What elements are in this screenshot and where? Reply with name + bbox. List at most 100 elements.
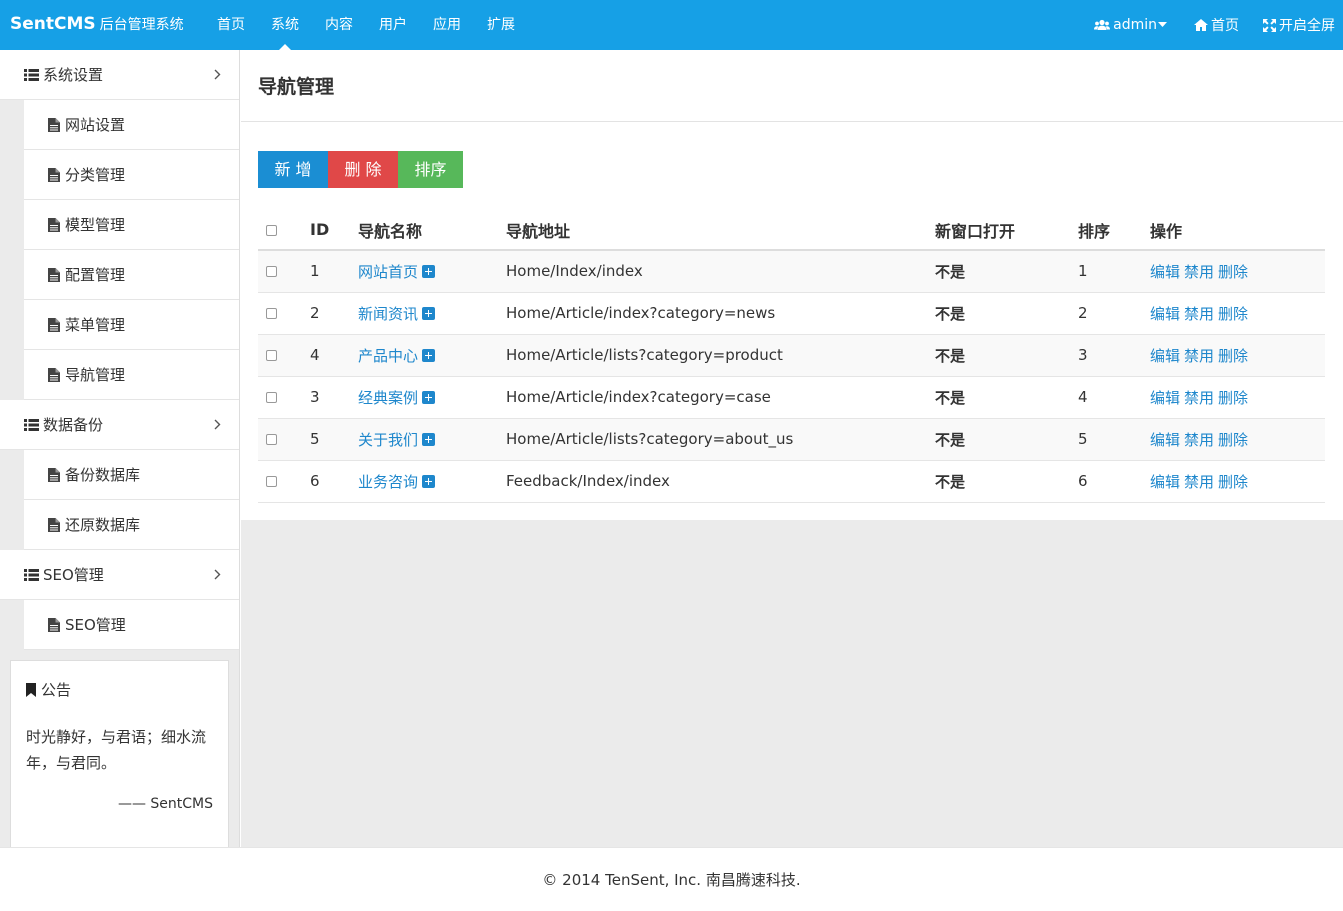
top-nav-user[interactable]: 用户	[366, 0, 420, 50]
plus-square-icon[interactable]	[422, 474, 436, 488]
edit-link[interactable]: 编辑	[1150, 305, 1180, 323]
file-icon	[48, 217, 60, 232]
delete-link[interactable]: 删除	[1218, 431, 1248, 449]
cell-id: 1	[310, 250, 358, 293]
home-icon	[1194, 19, 1208, 31]
nav-name-link[interactable]: 产品中心	[358, 347, 418, 365]
chevron-right-icon	[214, 569, 221, 580]
file-icon	[48, 317, 60, 332]
top-nav-system[interactable]: 系统	[258, 0, 312, 50]
sidebar-item-label: 导航管理	[65, 366, 126, 384]
add-button[interactable]: 新 增	[258, 151, 328, 188]
nav-name-link[interactable]: 业务咨询	[358, 473, 418, 491]
delete-link[interactable]: 删除	[1218, 263, 1248, 281]
col-header-new-window: 新窗口打开	[935, 210, 1078, 251]
sidebar-group-data-backup[interactable]: 数据备份	[0, 400, 239, 450]
edit-link[interactable]: 编辑	[1150, 263, 1180, 281]
plus-square-icon[interactable]	[422, 432, 436, 446]
nav-name-link[interactable]: 新闻资讯	[358, 305, 418, 323]
nav-name-link[interactable]: 关于我们	[358, 431, 418, 449]
notice-text: 时光静好，与君语；细水流年，与君同。	[26, 728, 207, 772]
delete-link[interactable]: 删除	[1218, 473, 1248, 491]
users-icon	[1094, 19, 1111, 30]
row-checkbox[interactable]	[266, 434, 277, 445]
sidebar-item-model-management[interactable]: 模型管理	[24, 200, 239, 250]
file-icon	[48, 267, 60, 282]
sidebar-item-site-settings[interactable]: 网站设置	[24, 100, 239, 150]
plus-square-icon[interactable]	[422, 390, 436, 404]
bookmark-icon	[26, 682, 36, 697]
sidebar-item-label: 还原数据库	[65, 516, 141, 534]
checkbox-cell	[258, 460, 310, 503]
disable-link[interactable]: 禁用	[1184, 305, 1214, 323]
nav-name-link[interactable]: 网站首页	[358, 263, 418, 281]
edit-link[interactable]: 编辑	[1150, 389, 1180, 407]
select-all-checkbox[interactable]	[266, 225, 277, 236]
row-checkbox[interactable]	[266, 392, 277, 403]
fullscreen-icon	[1263, 18, 1276, 32]
delete-button[interactable]: 删 除	[328, 151, 398, 188]
cell-name: 产品中心	[358, 334, 506, 377]
disable-link[interactable]: 禁用	[1184, 347, 1214, 365]
brand-subtitle: 后台管理系统	[99, 17, 184, 33]
cell-new-window: 不是	[935, 460, 1078, 503]
list-icon	[24, 68, 39, 81]
chevron-right-icon	[214, 69, 221, 80]
sidebar-item-restore-db[interactable]: 还原数据库	[24, 500, 239, 550]
file-icon	[48, 167, 60, 182]
edit-link[interactable]: 编辑	[1150, 347, 1180, 365]
nav-name-link[interactable]: 经典案例	[358, 389, 418, 407]
row-checkbox[interactable]	[266, 476, 277, 487]
sidebar-item-category-management[interactable]: 分类管理	[24, 150, 239, 200]
list-icon	[24, 418, 39, 431]
toolbar: 新 增 删 除 排序	[258, 151, 1326, 188]
plus-square-icon[interactable]	[422, 348, 436, 362]
cell-sort: 3	[1078, 334, 1150, 377]
edit-link[interactable]: 编辑	[1150, 473, 1180, 491]
disable-link[interactable]: 禁用	[1184, 389, 1214, 407]
sidebar-group-system-settings[interactable]: 系统设置	[0, 50, 239, 100]
sidebar-item-menu-management[interactable]: 菜单管理	[24, 300, 239, 350]
delete-link[interactable]: 删除	[1218, 347, 1248, 365]
sidebar-item-label: 备份数据库	[65, 466, 141, 484]
list-icon	[24, 568, 39, 581]
delete-link[interactable]: 删除	[1218, 389, 1248, 407]
disable-link[interactable]: 禁用	[1184, 263, 1214, 281]
plus-square-icon[interactable]	[422, 264, 436, 278]
edit-link[interactable]: 编辑	[1150, 431, 1180, 449]
top-nav-content[interactable]: 内容	[312, 0, 366, 50]
sidebar-group-seo[interactable]: SEO管理	[0, 550, 239, 600]
row-checkbox[interactable]	[266, 350, 277, 361]
disable-link[interactable]: 禁用	[1184, 431, 1214, 449]
sidebar-item-config-management[interactable]: 配置管理	[24, 250, 239, 300]
disable-link[interactable]: 禁用	[1184, 473, 1214, 491]
plus-square-icon[interactable]	[422, 306, 436, 320]
sidebar-item-nav-management[interactable]: 导航管理	[24, 350, 239, 400]
table-row: 5 关于我们 Home/Article/lists?category=about…	[258, 418, 1325, 461]
notice-panel: 公告 时光静好，与君语；细水流年，与君同。 —— SentCMS	[10, 660, 229, 847]
fullscreen-toggle[interactable]: 开启全屏	[1263, 15, 1335, 35]
sidebar-item-label: SEO管理	[65, 616, 126, 634]
sidebar-item-label: 分类管理	[65, 166, 126, 184]
top-nav-menu: 首页 系统 内容 用户 应用 扩展	[204, 0, 528, 50]
cell-name: 业务咨询	[358, 460, 506, 503]
user-dropdown[interactable]: admin	[1094, 17, 1170, 33]
sidebar-item-label: 配置管理	[65, 266, 126, 284]
table-row: 4 产品中心 Home/Article/lists?category=produ…	[258, 334, 1325, 377]
sort-button[interactable]: 排序	[398, 151, 463, 188]
row-checkbox[interactable]	[266, 308, 277, 319]
cell-new-window: 不是	[935, 334, 1078, 377]
sidebar-item-seo-management[interactable]: SEO管理	[24, 600, 239, 650]
top-nav-home[interactable]: 首页	[204, 0, 258, 50]
cell-url: Home/Article/index?category=news	[506, 292, 935, 335]
cell-actions: 编辑 禁用 删除	[1150, 334, 1325, 377]
brand-logo[interactable]: SentCMS 后台管理系统	[10, 14, 184, 34]
main-content: 导航管理 新 增 删 除 排序 ID 导航名称 导航地址 新窗口打开 排序 操作	[241, 50, 1343, 847]
checkbox-cell	[258, 250, 310, 293]
sidebar-item-backup-db[interactable]: 备份数据库	[24, 450, 239, 500]
top-nav-extend[interactable]: 扩展	[474, 0, 528, 50]
home-link[interactable]: 首页	[1194, 15, 1239, 35]
top-nav-apps[interactable]: 应用	[420, 0, 474, 50]
row-checkbox[interactable]	[266, 266, 277, 278]
delete-link[interactable]: 删除	[1218, 305, 1248, 323]
